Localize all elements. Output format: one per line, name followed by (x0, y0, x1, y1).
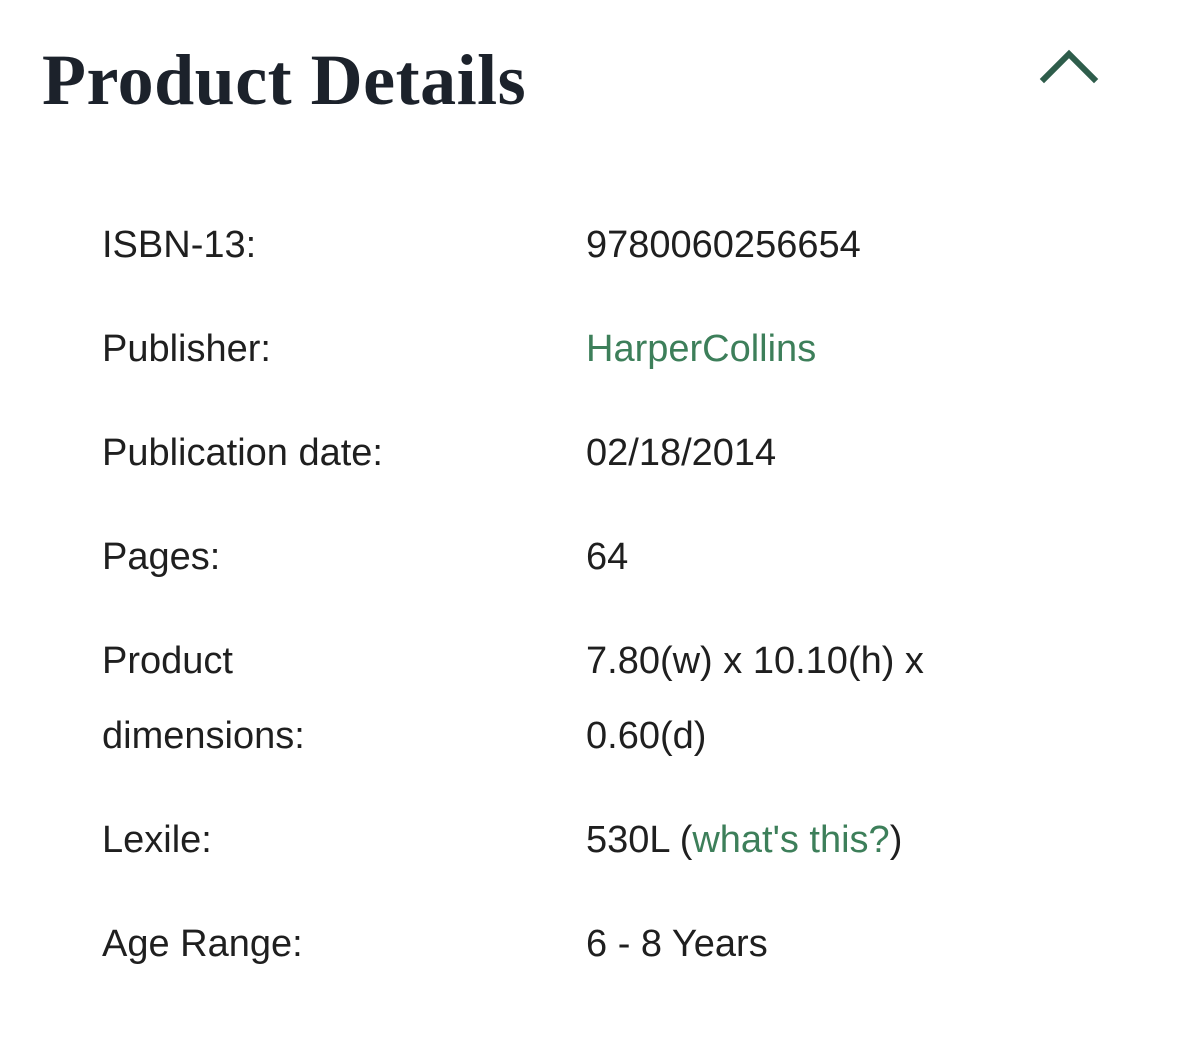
isbn-value: 9780060256654 (586, 224, 861, 266)
pages-label: Pages: (102, 536, 221, 578)
dimensions-label-line1: Product (102, 640, 233, 682)
section-title: Product Details (42, 40, 527, 120)
collapse-toggle-button[interactable] (1032, 38, 1106, 94)
publisher-label: Publisher: (102, 328, 271, 370)
publisher-link[interactable]: HarperCollins (586, 328, 816, 370)
pages-value: 64 (586, 536, 629, 578)
lexile-open-paren: ( (679, 819, 693, 861)
dimensions-label-line2: dimensions: (102, 715, 305, 757)
isbn-label: ISBN-13: (102, 224, 257, 266)
dimensions-label: Product dimensions: (102, 624, 542, 774)
lexile-value: 530L (586, 819, 670, 861)
chevron-up-icon (1039, 49, 1099, 84)
lexile-close-paren: ) (889, 819, 903, 861)
dimensions-value: 7.80(w) x 10.10(h) x 0.60(d) (586, 624, 1026, 774)
publication-date-value: 02/18/2014 (586, 432, 777, 474)
lexile-label: Lexile: (102, 819, 212, 861)
lexile-value-wrap: 530L (what's this?) (586, 803, 1026, 878)
dimensions-value-line1: 7.80(w) x 10.10(h) x (586, 640, 924, 682)
publication-date-label: Publication date: (102, 432, 383, 474)
publisher-value-wrap: HarperCollins (586, 312, 1026, 387)
lexile-whats-this-link[interactable]: what's this? (692, 819, 889, 861)
age-range-value: 6 - 8 Years (586, 923, 768, 965)
dimensions-value-line2: 0.60(d) (586, 715, 707, 757)
product-details-header: Product Details (0, 0, 1179, 160)
age-range-label: Age Range: (102, 923, 303, 965)
